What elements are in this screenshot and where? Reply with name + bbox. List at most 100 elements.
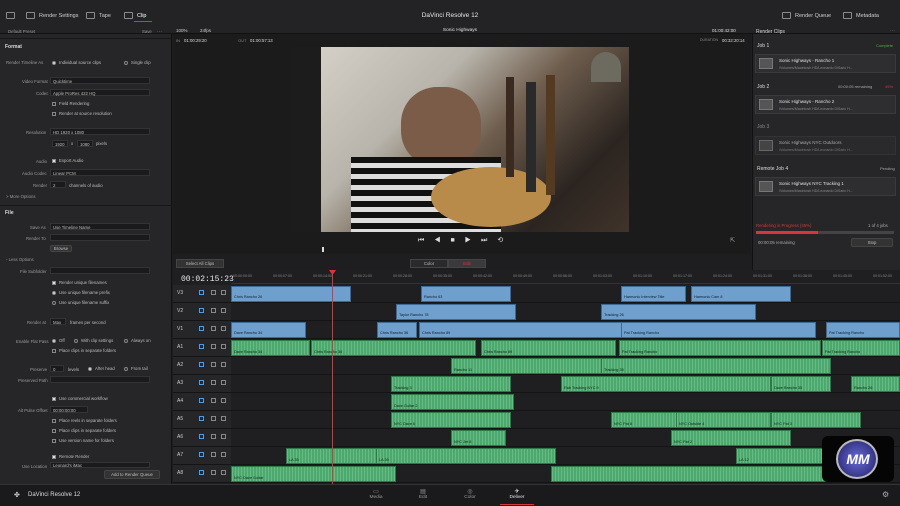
save-preset-button[interactable]: Save — [142, 29, 152, 34]
video-clip[interactable]: Chris Rancho 36 — [377, 322, 417, 338]
resolution-select[interactable]: HD 1920 x 1080 — [50, 128, 150, 135]
job4-card[interactable]: Sonic Highways NYC Tracking 1 /Volumes/M… — [755, 177, 896, 196]
render-settings-tab[interactable]: Render Settings — [26, 12, 78, 19]
audio-clip[interactable]: NYC Dave 6 — [391, 412, 511, 428]
playhead-marker[interactable] — [322, 247, 324, 252]
commercial-workflow-checkbox[interactable]: Use commercial workflow — [52, 396, 108, 401]
tab-deliver[interactable]: ✈ Deliver — [497, 488, 537, 500]
video-clip[interactable]: Tracking 26 — [601, 304, 756, 320]
video-clip[interactable]: Harmonic Cam 8 — [691, 286, 791, 302]
video-clip[interactable]: Pat Tracking Rancho — [621, 322, 816, 338]
browse-button[interactable]: Browse — [50, 245, 72, 252]
flat-clip-radio[interactable]: With clip settings — [74, 338, 113, 343]
transport-controls[interactable]: ⏮◀■▶⏭⟲ — [418, 236, 513, 245]
enable-icon[interactable] — [211, 308, 216, 313]
track-header-a2[interactable]: A2 — [173, 357, 231, 375]
audio-clip[interactable]: NYC Outside 4 — [676, 412, 771, 428]
audio-clip[interactable]: Rancho 26 — [851, 376, 900, 392]
width-input[interactable]: 1920 — [52, 140, 68, 147]
single-clip-radio[interactable]: Single clip — [124, 60, 151, 65]
track-header-a1[interactable]: A1 — [173, 339, 231, 357]
channels-select[interactable]: 2 — [50, 181, 66, 188]
render-to-input[interactable] — [50, 234, 150, 241]
less-options-toggle[interactable]: - Less Options — [6, 257, 34, 262]
place-clips-checkbox[interactable]: Place clips in separate folders — [52, 348, 116, 353]
audio-clip[interactable]: Pat Tracking Rancho — [619, 340, 821, 356]
lock-icon[interactable] — [199, 434, 204, 439]
enable-icon[interactable] — [211, 434, 216, 439]
clip-tab[interactable]: Clip — [124, 12, 146, 19]
video-clip[interactable]: Pat Tracking Rancho — [826, 322, 900, 338]
enable-icon[interactable] — [211, 416, 216, 421]
audio-clip[interactable]: Tracking 3 — [391, 376, 511, 392]
lock-icon[interactable] — [199, 326, 204, 331]
preset-label[interactable]: Default Preset — [8, 29, 35, 34]
enable-icon[interactable] — [211, 326, 216, 331]
track-settings-icon[interactable] — [221, 398, 226, 403]
lock-icon[interactable] — [199, 290, 204, 295]
tab-media[interactable]: ▭ Media — [356, 488, 396, 500]
enable-icon[interactable] — [211, 362, 216, 367]
audio-clip[interactable]: NYC Pat 2 — [671, 430, 791, 446]
track-header-a3[interactable]: A3 — [173, 375, 231, 393]
fullscreen-icon[interactable]: ⇱ — [730, 237, 735, 244]
track-header-v1[interactable]: V1 — [173, 321, 231, 339]
video-clip[interactable]: Dave Rancho 34 — [231, 322, 306, 338]
track-header-a6[interactable]: A6 — [173, 429, 231, 447]
enable-icon[interactable] — [211, 380, 216, 385]
video-clip[interactable]: Rancho 63 — [421, 286, 511, 302]
tab-color[interactable]: ◎ Color — [450, 488, 490, 500]
use-location-select[interactable]: Leonard's iMac — [50, 462, 150, 468]
render-queue-tab[interactable]: Render Queue — [782, 12, 831, 19]
track-header-a5[interactable]: A5 — [173, 411, 231, 429]
video-clip[interactable]: Chris Rancho 26 — [231, 286, 351, 302]
lock-icon[interactable] — [199, 398, 204, 403]
audio-clip[interactable]: NYC Pat 3 — [771, 412, 861, 428]
audio-clip[interactable]: Chris Rancho 89 — [481, 340, 616, 356]
lock-icon[interactable] — [199, 362, 204, 367]
track-settings-icon[interactable] — [221, 326, 226, 331]
lock-icon[interactable] — [199, 452, 204, 457]
enable-icon[interactable] — [211, 470, 216, 475]
lock-icon[interactable] — [199, 308, 204, 313]
save-as-select[interactable]: Use Timeline Name — [50, 223, 150, 230]
remote-render-checkbox[interactable]: Remote Render — [52, 454, 89, 459]
job1-card[interactable]: Sonic Highways - Rancho 1 /Volumes/Macin… — [755, 54, 896, 73]
audio-clip[interactable]: NYC Dave Guitar — [231, 466, 396, 482]
track-header-v2[interactable]: V2 — [173, 303, 231, 321]
preserve-input[interactable]: 0 — [50, 365, 64, 372]
audio-clip[interactable]: Rancho 11 — [451, 358, 626, 374]
track-settings-icon[interactable] — [221, 452, 226, 457]
render-at-source-checkbox[interactable]: Render at source resolution — [52, 111, 112, 116]
field-rendering-checkbox[interactable]: Field Rendering — [52, 101, 89, 106]
track-settings-icon[interactable] — [221, 416, 226, 421]
alt-offset-input[interactable]: 00:00:00:00 — [50, 406, 88, 413]
place-reels-checkbox[interactable]: Place reels in separate folders — [52, 418, 117, 423]
use-version-checkbox[interactable]: Use version name for folders — [52, 438, 114, 443]
preserved-path-input[interactable] — [50, 376, 150, 383]
after-head-radio[interactable]: After head — [88, 366, 115, 371]
flat-always-radio[interactable]: Always on — [124, 338, 151, 343]
unique-prefix-radio[interactable]: Use unique filename prefix — [52, 290, 110, 295]
lock-icon[interactable] — [199, 380, 204, 385]
export-audio-checkbox[interactable]: Export Audio — [52, 158, 83, 163]
audio-clip[interactable]: NYC Pat 8 — [611, 412, 681, 428]
lock-icon[interactable] — [199, 344, 204, 349]
codec-select[interactable]: Apple ProRes 422 HQ — [50, 89, 150, 96]
enable-icon[interactable] — [211, 452, 216, 457]
timeline-playhead[interactable] — [332, 270, 333, 484]
more-icon[interactable]: ⋯ — [890, 28, 895, 34]
track-settings-icon[interactable] — [221, 290, 226, 295]
gear-icon[interactable]: ⚙ — [882, 490, 889, 499]
metadata-tab[interactable]: Metadata — [843, 12, 879, 19]
audio-clip[interactable]: Dave Rancho 34 — [231, 340, 310, 356]
job3-card[interactable]: Sonic Highways NYC Outdoors /Volumes/Mac… — [755, 136, 896, 155]
audio-clip[interactable]: Tracking 35 — [601, 358, 831, 374]
color-mode-button[interactable]: Color — [410, 259, 448, 268]
add-to-render-queue-button[interactable]: Add to Render Queue — [104, 470, 160, 479]
individual-clips-radio[interactable]: Individual source clips — [52, 60, 101, 65]
video-clip[interactable]: Taylor Rancho 78 — [396, 304, 516, 320]
enable-icon[interactable] — [211, 344, 216, 349]
monitor-icon[interactable] — [6, 12, 15, 19]
flat-off-radio[interactable]: Off — [52, 338, 65, 343]
